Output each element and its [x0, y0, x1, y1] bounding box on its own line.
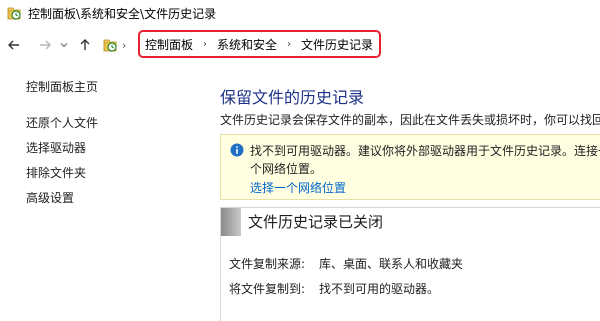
address-file-history-icon — [103, 39, 117, 52]
status-header: 文件历史记录已关闭 — [221, 208, 600, 236]
copy-source-label: 文件复制来源: — [229, 257, 306, 271]
breadcrumb-control-panel[interactable]: 控制面板 — [145, 36, 193, 53]
file-history-window: 控制面板\系统和安全\文件历史记录 › 控制面板 › 系统和安全 › 文件历史记… — [0, 0, 600, 321]
sidebar-item-select-drive[interactable]: 选择驱动器 — [26, 139, 86, 156]
navigation-bar: › 控制面板 › 系统和安全 › 文件历史记录 — [0, 26, 600, 64]
breadcrumb-system-security[interactable]: 系统和安全 — [217, 36, 277, 53]
sidebar-item-restore-personal-files[interactable]: 还原个人文件 — [26, 114, 98, 131]
main-content: 保留文件的历史记录 文件历史记录会保存文件的副本，因此在文件丢失或损坏时，你可以… — [220, 64, 600, 321]
breadcrumb-separator-icon[interactable]: › — [287, 39, 291, 50]
info-message-line-1: 找不到可用驱动器。建议你将外部驱动器用于文件历史记录。连接一 — [250, 144, 600, 158]
window-title: 控制面板\系统和安全\文件历史记录 — [28, 6, 217, 21]
sidebar-item-advanced-settings[interactable]: 高级设置 — [26, 189, 74, 206]
status-title: 文件历史记录已关闭 — [248, 213, 384, 231]
back-button[interactable] — [5, 36, 23, 54]
back-arrow-icon — [8, 40, 19, 50]
sidebar: 控制面板主页 还原个人文件 选择驱动器 排除文件夹 高级设置 — [0, 64, 200, 321]
select-network-location-link[interactable]: 选择一个网络位置 — [250, 179, 346, 196]
breadcrumb-file-history[interactable]: 文件历史记录 — [301, 36, 373, 53]
up-button[interactable] — [76, 36, 94, 54]
status-indicator-bar — [221, 208, 241, 236]
copy-target-value: 找不到可用的驱动器。 — [319, 282, 440, 296]
sidebar-item-exclude-folders[interactable]: 排除文件夹 — [26, 164, 86, 181]
file-history-icon — [7, 7, 21, 20]
info-message-line-2: 个网络位置。 — [250, 162, 323, 176]
forward-arrow-icon — [40, 40, 51, 50]
info-notification: 找不到可用驱动器。建议你将外部驱动器用于文件历史记录。连接一 个网络位置。 选择… — [220, 134, 600, 200]
status-panel: 文件历史记录已关闭 文件复制来源: 库、桌面、联系人和收藏夹 将文件复制到: 找… — [220, 207, 600, 321]
page-description: 文件历史记录会保存文件的副本，因此在文件丢失或损坏时，你可以找回 — [220, 113, 600, 127]
address-separator-icon[interactable]: › — [122, 39, 126, 52]
breadcrumb-separator-icon[interactable]: › — [203, 39, 207, 50]
up-arrow-icon — [80, 39, 90, 50]
forward-button[interactable] — [36, 36, 54, 54]
chevron-down-icon — [60, 43, 68, 48]
copy-source-value: 库、桌面、联系人和收藏夹 — [319, 257, 464, 271]
recent-locations-button[interactable] — [58, 36, 70, 54]
breadcrumb: 控制面板 › 系统和安全 › 文件历史记录 — [138, 30, 381, 58]
sidebar-item-control-panel-home[interactable]: 控制面板主页 — [26, 78, 98, 95]
page-title: 保留文件的历史记录 — [220, 88, 365, 107]
copy-target-label: 将文件复制到: — [229, 282, 306, 296]
info-icon — [230, 143, 244, 157]
title-bar: 控制面板\系统和安全\文件历史记录 — [0, 0, 600, 26]
